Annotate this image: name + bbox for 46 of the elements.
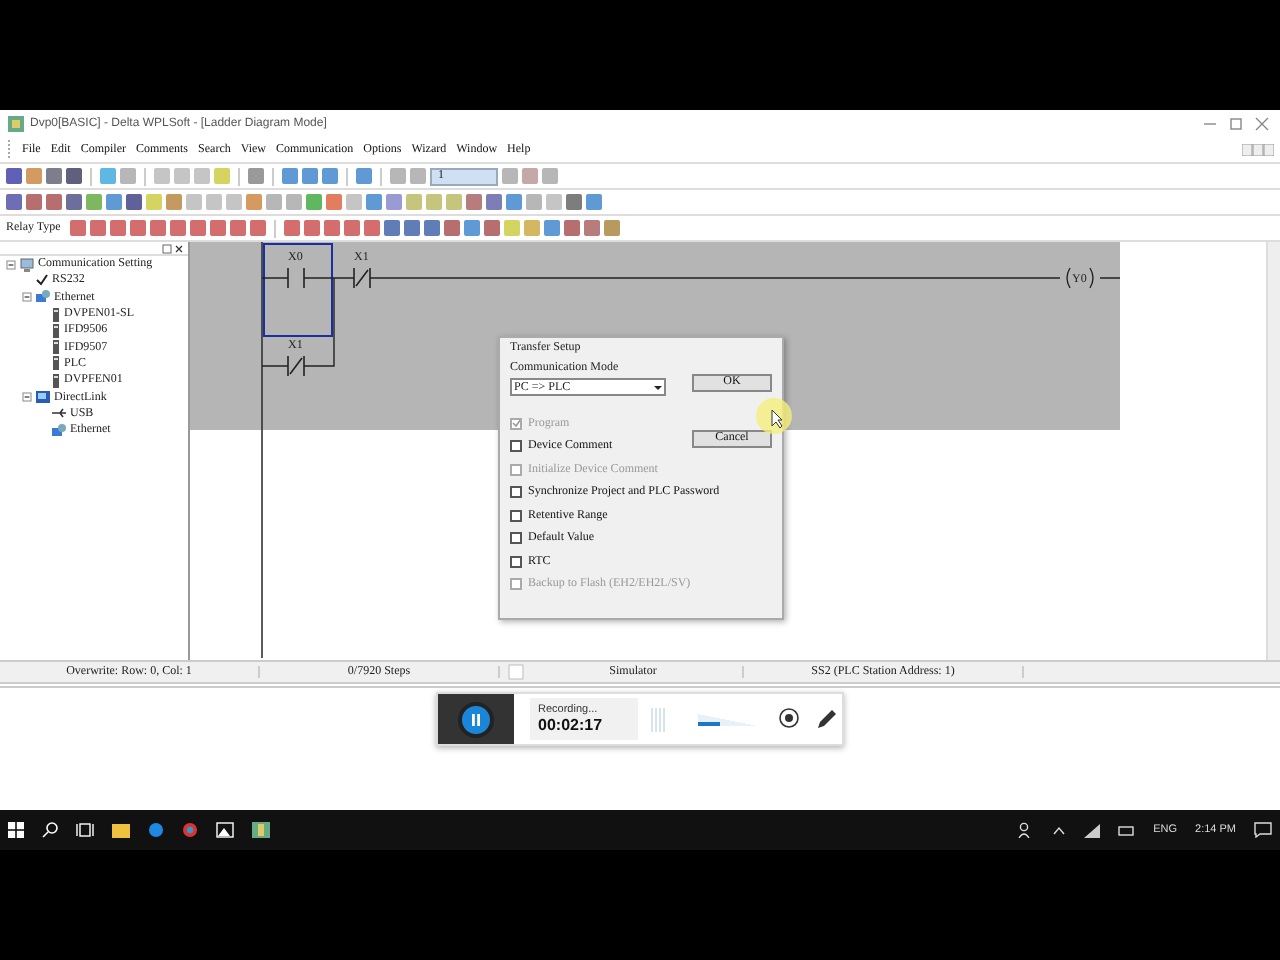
pause-button[interactable] bbox=[458, 701, 494, 737]
check-icon bbox=[36, 274, 48, 287]
contact-symbol bbox=[353, 267, 371, 289]
search-icon[interactable] bbox=[42, 822, 58, 838]
checkbox[interactable] bbox=[510, 555, 522, 568]
contact-symbol bbox=[287, 267, 305, 289]
maximize-icon[interactable] bbox=[1226, 115, 1246, 131]
webcam-icon[interactable] bbox=[778, 708, 800, 730]
link-icon bbox=[36, 390, 50, 405]
pause-icon bbox=[470, 713, 482, 725]
collapse-icon[interactable] bbox=[22, 392, 32, 403]
cursor-highlight-icon bbox=[756, 398, 792, 434]
scrollbar[interactable] bbox=[1266, 242, 1280, 660]
browser-icon[interactable] bbox=[148, 822, 164, 838]
computer-icon bbox=[20, 257, 34, 272]
window-controls-icon[interactable] bbox=[1242, 143, 1274, 155]
grip-icon bbox=[6, 140, 12, 158]
coil-symbol bbox=[1066, 267, 1094, 289]
chevron-up-icon[interactable] bbox=[1051, 824, 1066, 836]
caret-icon bbox=[652, 381, 664, 393]
network-icon bbox=[36, 290, 50, 305]
app-icon bbox=[8, 115, 24, 131]
collapse-icon[interactable] bbox=[22, 292, 32, 303]
audio-meter-icon bbox=[650, 707, 666, 731]
battery-icon[interactable] bbox=[1117, 825, 1136, 835]
app-icon[interactable] bbox=[252, 822, 270, 838]
checkbox[interactable] bbox=[510, 509, 522, 522]
task-view-icon[interactable] bbox=[76, 822, 94, 838]
close-icon[interactable] bbox=[174, 243, 184, 253]
checkbox[interactable] bbox=[510, 440, 522, 453]
usb-icon bbox=[52, 408, 66, 419]
pen-icon[interactable] bbox=[816, 708, 838, 730]
wifi-icon[interactable] bbox=[1083, 823, 1100, 837]
browser-icon[interactable] bbox=[182, 822, 198, 838]
recording-time: 00:02:17 bbox=[538, 716, 605, 734]
windows-start-icon[interactable] bbox=[8, 822, 24, 838]
cursor-box[interactable] bbox=[263, 243, 333, 337]
collapse-icon[interactable] bbox=[6, 259, 16, 270]
checkbox[interactable] bbox=[510, 532, 522, 545]
network-icon bbox=[52, 423, 66, 438]
contact-symbol bbox=[287, 355, 305, 377]
people-icon[interactable] bbox=[1017, 822, 1034, 838]
photos-icon[interactable] bbox=[216, 822, 234, 838]
notification-icon[interactable] bbox=[1254, 822, 1272, 838]
folder-icon[interactable] bbox=[112, 822, 130, 838]
checkbox[interactable] bbox=[510, 486, 522, 499]
